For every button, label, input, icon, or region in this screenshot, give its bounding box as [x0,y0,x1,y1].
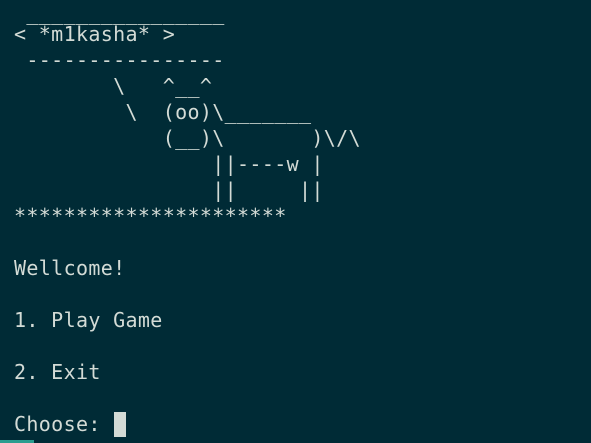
text-cursor[interactable] [114,411,127,437]
welcome-message: Wellcome! [14,256,126,280]
cowsay-bubble-text: < *m1kasha* > [14,22,176,46]
input-prompt-row[interactable]: Choose: [14,411,127,437]
cow-art-line-2: \ (oo)\_______ [14,100,312,124]
cow-art-line-4: ||----w | [14,152,324,176]
menu-option-play-game: 1. Play Game [14,308,163,332]
terminal-window[interactable]: ________________ < *m1kasha* > ---------… [0,0,591,443]
cowsay-bubble-bottom: ---------------- [14,48,225,72]
separator-line: ********************** [14,204,287,228]
menu-option-exit: 2. Exit [14,360,101,384]
cow-art-line-3: (__)\ )\/\ [14,126,361,150]
cow-art-line-5: || || [14,178,324,202]
choose-prompt-label: Choose: [14,412,114,436]
cow-art-line-1: \ ^__^ [14,74,213,98]
